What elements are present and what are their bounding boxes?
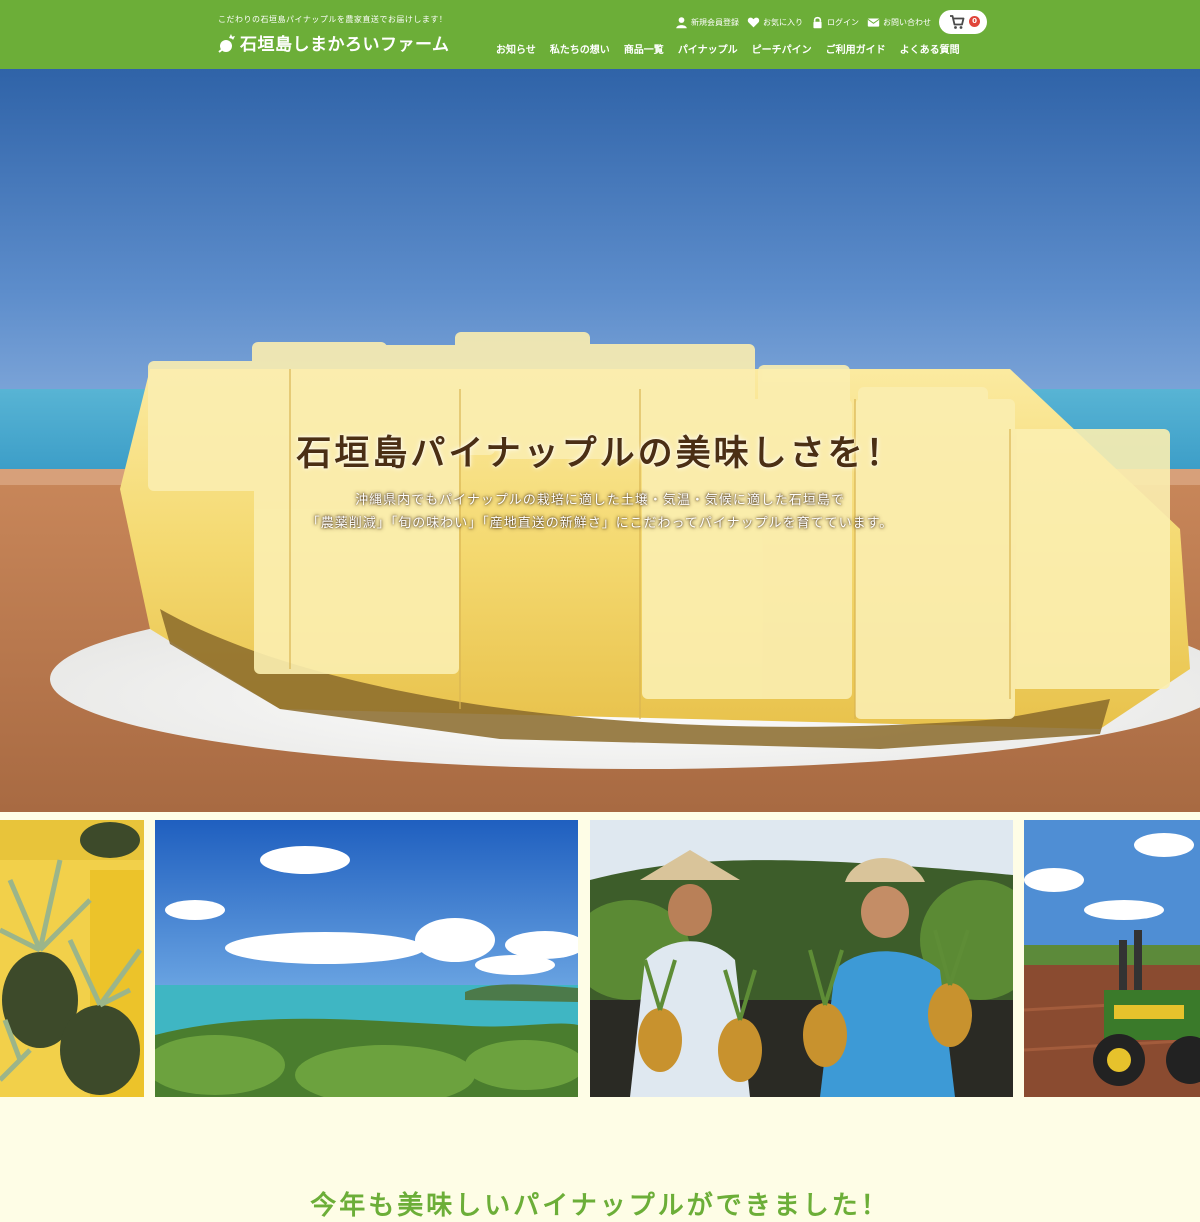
ocean-coast-photo xyxy=(155,820,578,1097)
nav-products[interactable]: 商品一覧 xyxy=(624,41,664,56)
photo-gallery xyxy=(0,820,1200,1097)
hero-description-line1: 沖縄県内でもパイナップルの栽培に適した土壌・気温・気候に適した石垣島で xyxy=(355,493,845,508)
heart-icon xyxy=(747,17,760,27)
nav-guide[interactable]: ご利用ガイド xyxy=(826,41,886,56)
register-link[interactable]: 新規会員登録 xyxy=(675,16,739,29)
register-label: 新規会員登録 xyxy=(691,17,739,27)
nav-pineapple[interactable]: パイナップル xyxy=(678,41,738,56)
farmers-photo xyxy=(590,820,1013,1097)
gallery-photo-2[interactable] xyxy=(155,820,578,1097)
lock-icon xyxy=(813,16,822,28)
cart-button[interactable]: 0 xyxy=(939,10,987,34)
tractor-field-photo xyxy=(1024,820,1200,1097)
nav-news[interactable]: お知らせ xyxy=(496,41,536,56)
pineapple-logo-icon xyxy=(218,33,235,53)
main-nav: お知らせ 私たちの想い 商品一覧 パイナップル ピーチパイン ご利用ガイド よく… xyxy=(496,41,974,56)
logo-text: 石垣島しまかろいファーム xyxy=(240,35,450,55)
contact-label: お問い合わせ xyxy=(883,17,931,27)
site-logo[interactable]: 石垣島しまかろいファーム xyxy=(216,30,450,55)
nav-our-thoughts[interactable]: 私たちの想い xyxy=(550,41,610,56)
utility-nav: 新規会員登録 お気に入り ログイン お問い合わせ 0 xyxy=(667,10,987,34)
contact-link[interactable]: お問い合わせ xyxy=(867,16,931,29)
envelope-icon xyxy=(867,17,880,27)
section-heading: 今年も美味しいパイナップルができました！ xyxy=(310,1191,890,1221)
cart-count-badge: 0 xyxy=(969,16,980,27)
login-link[interactable]: ログイン xyxy=(811,16,859,29)
nav-faq[interactable]: よくある質問 xyxy=(900,41,960,56)
hero-title: 石垣島パイナップルの美味しさを！ xyxy=(296,434,904,474)
gallery-photo-3[interactable] xyxy=(590,820,1013,1097)
gallery-photo-4[interactable] xyxy=(1024,820,1200,1097)
favorites-link[interactable]: お気に入り xyxy=(747,16,803,29)
cart-icon xyxy=(950,15,965,29)
site-tagline: こだわりの石垣島パイナップルを農家直送でお届けします！ xyxy=(218,15,448,24)
gallery-photo-1[interactable] xyxy=(0,820,144,1097)
favorites-label: お気に入り xyxy=(763,17,803,27)
nav-peach-pine[interactable]: ピーチパイン xyxy=(752,41,812,56)
site-header: こだわりの石垣島パイナップルを農家直送でお届けします！ 石垣島しまかろいファーム… xyxy=(0,0,1200,71)
login-label: ログイン xyxy=(827,17,859,27)
user-icon xyxy=(676,16,687,28)
hero-description-line2: 「農薬削減」「旬の味わい」「産地直送の新鮮さ」にこだわってパイナップルを育ててい… xyxy=(306,516,894,531)
hero-banner: 石垣島パイナップルの美味しさを！ 沖縄県内でもパイナップルの栽培に適した土壌・気… xyxy=(0,69,1200,812)
pineapple-crates-photo xyxy=(0,820,144,1097)
